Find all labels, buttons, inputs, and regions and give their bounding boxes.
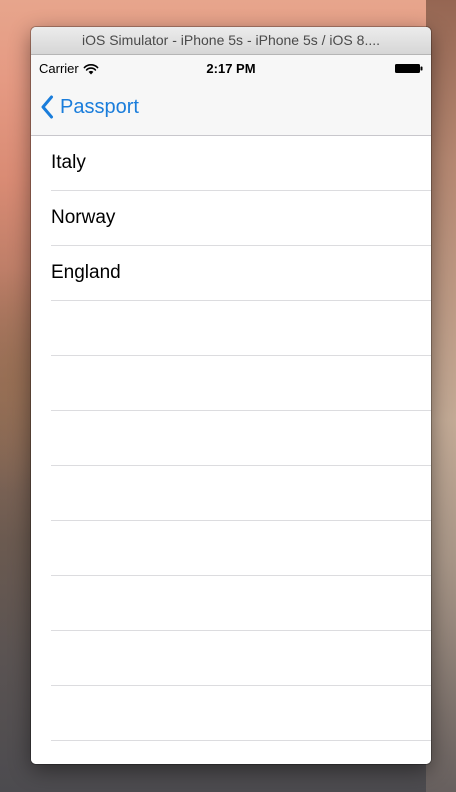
row-label: England	[51, 262, 121, 283]
table-row-norway[interactable]: Norway	[51, 191, 431, 246]
back-button[interactable]: Passport	[40, 95, 139, 119]
status-time: 2:17 PM	[206, 61, 256, 76]
simulator-window: iOS Simulator - iPhone 5s - iPhone 5s / …	[31, 27, 431, 764]
empty-table-row	[51, 466, 431, 521]
battery-full-icon	[395, 64, 423, 73]
empty-table-row	[51, 631, 431, 686]
empty-table-row	[51, 356, 431, 411]
empty-table-row	[51, 686, 431, 741]
table-row-england[interactable]: England	[51, 246, 431, 301]
navigation-bar: Passport	[31, 81, 431, 136]
empty-table-row	[51, 301, 431, 356]
window-title[interactable]: iOS Simulator - iPhone 5s - iPhone 5s / …	[31, 27, 431, 55]
back-label: Passport	[60, 95, 139, 118]
empty-table-row	[51, 521, 431, 576]
status-bar: Carrier 2:17 PM	[31, 55, 431, 81]
empty-table-row	[51, 741, 431, 764]
device-screen: Carrier 2:17 PM Passport Italy Norway En…	[31, 55, 431, 764]
chevron-left-icon	[41, 95, 53, 119]
empty-table-row	[51, 576, 431, 631]
table-row-italy[interactable]: Italy	[51, 136, 431, 191]
row-label: Norway	[51, 207, 116, 228]
row-label: Italy	[51, 152, 86, 173]
empty-table-row	[51, 411, 431, 466]
country-table: Italy Norway England	[31, 136, 431, 764]
